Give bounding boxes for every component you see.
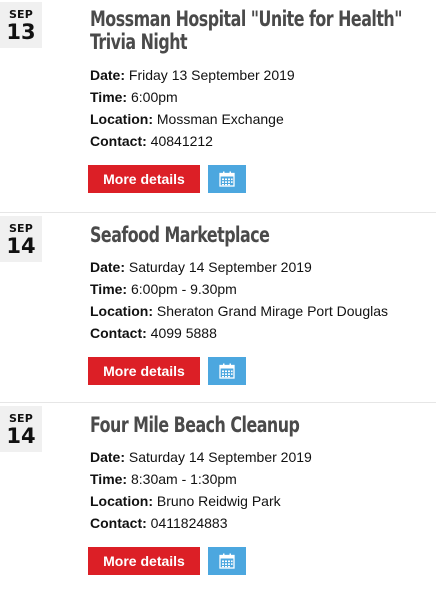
add-to-calendar-button[interactable] [208, 165, 246, 193]
time-label: Time: [90, 89, 128, 105]
event-content: Mossman Hospital "Unite for Health" Triv… [88, 8, 436, 193]
event-time-row: Time: 6:00pm [90, 86, 436, 108]
date-badge-day: 13 [6, 20, 36, 44]
event-location-row: Location: Mossman Exchange [90, 108, 436, 130]
event-details: Date: Friday 13 September 2019 Time: 6:0… [90, 64, 436, 152]
event-buttons: More details [88, 357, 436, 385]
event-contact: 0411824883 [150, 515, 228, 531]
event-divider [0, 212, 436, 213]
event-date: Saturday 14 September 2019 [128, 449, 312, 465]
date-label: Date: [90, 67, 126, 83]
event-buttons: More details [88, 547, 436, 575]
contact-label: Contact: [90, 325, 147, 341]
contact-label: Contact: [90, 515, 147, 531]
event-date-row: Date: Friday 13 September 2019 [90, 64, 436, 86]
location-label: Location: [90, 111, 153, 127]
event-contact-row: Contact: 0411824883 [90, 512, 436, 534]
event-content: Four Mile Beach Cleanup Date: Saturday 1… [88, 414, 436, 575]
more-details-button[interactable]: More details [88, 547, 200, 575]
event-item: SEP 14 Seafood Marketplace Date: Saturda… [0, 214, 436, 394]
date-label: Date: [90, 449, 126, 465]
more-details-button[interactable]: More details [88, 165, 200, 193]
event-location: Sheraton Grand Mirage Port Douglas [156, 303, 389, 319]
calendar-icon [219, 363, 235, 379]
event-date: Saturday 14 September 2019 [128, 259, 312, 275]
event-item: SEP 13 Mossman Hospital "Unite for Healt… [0, 0, 436, 204]
event-title[interactable]: Seafood Marketplace [90, 224, 434, 248]
event-title[interactable]: Mossman Hospital "Unite for Health" Triv… [90, 8, 434, 54]
event-time-row: Time: 6:00pm - 9.30pm [90, 278, 436, 300]
calendar-icon [219, 553, 235, 569]
more-details-button[interactable]: More details [88, 357, 200, 385]
event-buttons: More details [88, 165, 436, 193]
event-date-row: Date: Saturday 14 September 2019 [90, 446, 436, 468]
event-divider [0, 402, 436, 403]
event-location-row: Location: Sheraton Grand Mirage Port Dou… [90, 300, 436, 322]
add-to-calendar-button[interactable] [208, 357, 246, 385]
event-time: 6:00pm [130, 89, 178, 105]
location-label: Location: [90, 493, 153, 509]
event-content: Seafood Marketplace Date: Saturday 14 Se… [88, 224, 436, 385]
event-details: Date: Saturday 14 September 2019 Time: 6… [90, 256, 436, 344]
calendar-icon [219, 171, 235, 187]
date-badge: SEP 13 [0, 2, 42, 48]
time-label: Time: [90, 281, 128, 297]
event-contact-row: Contact: 40841212 [90, 130, 436, 152]
event-location-row: Location: Bruno Reidwig Park [90, 490, 436, 512]
event-time-row: Time: 8:30am - 1:30pm [90, 468, 436, 490]
event-contact: 40841212 [150, 133, 213, 149]
event-date: Friday 13 September 2019 [128, 67, 295, 83]
event-contact-row: Contact: 4099 5888 [90, 322, 436, 344]
location-label: Location: [90, 303, 153, 319]
event-details: Date: Saturday 14 September 2019 Time: 8… [90, 446, 436, 534]
time-label: Time: [90, 471, 128, 487]
add-to-calendar-button[interactable] [208, 547, 246, 575]
date-badge: SEP 14 [0, 406, 42, 452]
date-label: Date: [90, 259, 126, 275]
event-title[interactable]: Four Mile Beach Cleanup [90, 414, 434, 438]
event-contact: 4099 5888 [150, 325, 217, 341]
date-badge-day: 14 [6, 424, 36, 448]
event-item: SEP 14 Four Mile Beach Cleanup Date: Sat… [0, 404, 436, 592]
event-location: Bruno Reidwig Park [156, 493, 281, 509]
contact-label: Contact: [90, 133, 147, 149]
event-time: 6:00pm - 9.30pm [130, 281, 237, 297]
event-date-row: Date: Saturday 14 September 2019 [90, 256, 436, 278]
date-badge-day: 14 [6, 234, 36, 258]
event-location: Mossman Exchange [156, 111, 284, 127]
date-badge: SEP 14 [0, 216, 42, 262]
event-time: 8:30am - 1:30pm [130, 471, 237, 487]
